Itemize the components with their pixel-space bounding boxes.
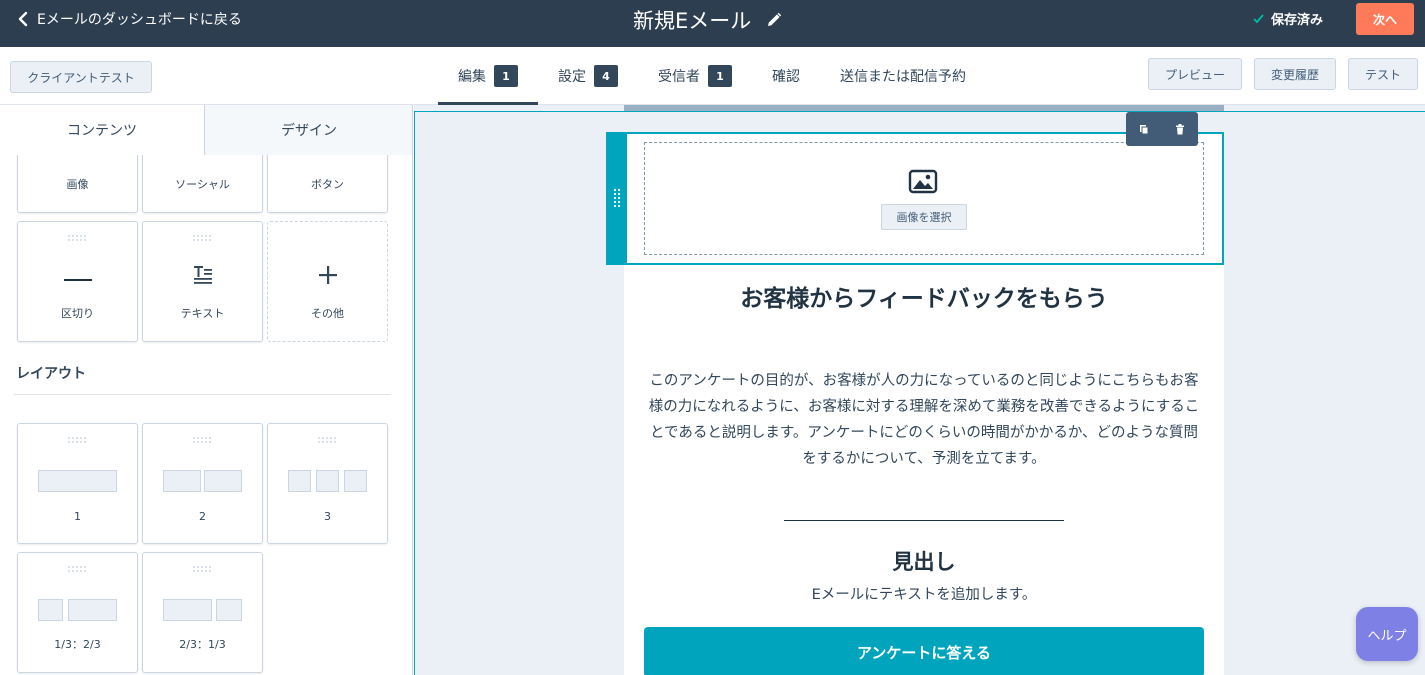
tab-send-schedule[interactable]: 送信または配信予約 bbox=[820, 47, 986, 105]
editor-tabs: 編集 1 設定 4 受信者 1 確認 送信または配信予約 bbox=[438, 47, 986, 105]
duplicate-button[interactable] bbox=[1126, 112, 1162, 146]
pencil-icon[interactable] bbox=[765, 11, 783, 29]
module-more[interactable]: その他 bbox=[267, 221, 388, 342]
column-preview bbox=[163, 599, 212, 621]
drag-grip-icon bbox=[613, 188, 621, 208]
preheader-strip bbox=[624, 105, 1224, 111]
column-preview bbox=[163, 470, 201, 492]
grip-icon bbox=[192, 437, 211, 443]
module-label: 区切り bbox=[61, 307, 94, 320]
image-placeholder[interactable]: 画像を選択 bbox=[644, 142, 1204, 255]
tab-badge: 4 bbox=[594, 65, 618, 87]
back-link-label: Eメールのダッシュボードに戻る bbox=[37, 12, 242, 28]
divider-icon bbox=[63, 279, 92, 281]
column-preview bbox=[216, 599, 242, 621]
column-preview bbox=[68, 599, 117, 621]
title-area: 新規Eメール bbox=[633, 5, 783, 35]
delete-button[interactable] bbox=[1162, 112, 1198, 146]
tab-contents[interactable]: コンテンツ bbox=[0, 105, 204, 155]
module-label: 1/3：2/3 bbox=[54, 638, 101, 651]
saved-label: 保存済み bbox=[1271, 13, 1324, 28]
module-label: 1 bbox=[74, 510, 81, 523]
email-subtext[interactable]: Eメールにテキストを追加します。 bbox=[624, 583, 1224, 604]
module-divider[interactable]: 区切り bbox=[17, 221, 138, 342]
email-title[interactable]: 新規Eメール bbox=[633, 5, 751, 35]
layout-1-column[interactable]: 1 bbox=[17, 423, 138, 544]
module-label: ボタン bbox=[311, 178, 344, 191]
grip-icon bbox=[192, 235, 211, 241]
trash-icon bbox=[1176, 123, 1184, 134]
section-divider bbox=[14, 394, 391, 395]
text-icon bbox=[193, 266, 212, 284]
image-icon bbox=[908, 169, 938, 194]
tab-recipients[interactable]: 受信者 1 bbox=[638, 47, 752, 105]
column-preview bbox=[288, 470, 311, 492]
grip-icon bbox=[317, 437, 336, 443]
tab-settings[interactable]: 設定 4 bbox=[538, 47, 638, 105]
tab-label: 編集 bbox=[458, 69, 486, 85]
layout-3-columns[interactable]: 3 bbox=[267, 423, 388, 544]
left-panel: 画像 ソーシャル ボタン コンテンツ デザイン 区切り テキスト その他 レイア… bbox=[0, 105, 413, 675]
chevron-left-icon bbox=[18, 11, 28, 27]
plus-icon bbox=[318, 266, 337, 284]
help-button[interactable]: ヘルプ bbox=[1356, 607, 1418, 661]
grip-icon bbox=[67, 566, 86, 572]
preview-button[interactable]: プレビュー bbox=[1148, 58, 1242, 90]
module-label: 3 bbox=[324, 510, 331, 523]
tab-label: 送信または配信予約 bbox=[840, 69, 966, 85]
tab-review[interactable]: 確認 bbox=[752, 47, 820, 105]
email-paragraph[interactable]: このアンケートの目的が、お客様が人の力になっているのと同じようにこちらもお客様の… bbox=[644, 368, 1204, 472]
email-subheading[interactable]: 見出し bbox=[624, 546, 1224, 576]
module-label: テキスト bbox=[180, 307, 225, 320]
tab-label: 確認 bbox=[772, 69, 800, 85]
revision-history-button[interactable]: 変更履歴 bbox=[1254, 58, 1336, 90]
copy-icon bbox=[1140, 124, 1149, 134]
client-test-button[interactable]: クライアントテスト bbox=[10, 61, 152, 93]
module-label: ソーシャル bbox=[175, 178, 230, 191]
tab-label: 設定 bbox=[558, 69, 586, 85]
module-label: その他 bbox=[311, 307, 344, 320]
survey-cta-button[interactable]: アンケートに答える bbox=[644, 627, 1204, 675]
grip-icon bbox=[192, 566, 211, 572]
check-icon bbox=[1253, 14, 1264, 24]
drag-handle[interactable] bbox=[608, 134, 627, 263]
tab-label: 受信者 bbox=[658, 69, 700, 85]
column-preview bbox=[344, 470, 367, 492]
layout-heading: レイアウト bbox=[16, 366, 86, 382]
layout-1-3-2-3[interactable]: 1/3：2/3 bbox=[17, 552, 138, 673]
email-divider[interactable] bbox=[784, 520, 1064, 521]
email-canvas: 画像を選択 お客様からフィードバックをもらう このアンケートの目的が、お客様が人… bbox=[414, 105, 1425, 675]
next-button[interactable]: 次へ bbox=[1356, 3, 1414, 35]
image-module[interactable]: 画像を選択 bbox=[606, 132, 1224, 265]
saved-status: 保存済み bbox=[1252, 9, 1323, 28]
module-label: 2 bbox=[199, 510, 206, 523]
test-button[interactable]: テスト bbox=[1348, 58, 1418, 90]
back-to-dashboard-link[interactable]: Eメールのダッシュボードに戻る bbox=[17, 9, 242, 29]
top-header: Eメールのダッシュボードに戻る 新規Eメール 保存済み 次へ bbox=[0, 0, 1425, 47]
column-preview bbox=[316, 470, 339, 492]
column-preview bbox=[38, 599, 63, 621]
editor-toolbar: クライアントテスト 編集 1 設定 4 受信者 1 確認 送信または配信予約 プ… bbox=[0, 47, 1425, 105]
module-text[interactable]: テキスト bbox=[142, 221, 263, 342]
choose-image-button[interactable]: 画像を選択 bbox=[881, 204, 967, 230]
module-label: 画像 bbox=[66, 178, 89, 191]
tab-badge: 1 bbox=[708, 65, 732, 87]
column-preview bbox=[38, 470, 117, 492]
column-preview bbox=[204, 470, 242, 492]
tab-edit[interactable]: 編集 1 bbox=[438, 47, 538, 105]
tab-design[interactable]: デザイン bbox=[204, 105, 412, 155]
layout-2-3-1-3[interactable]: 2/3：1/3 bbox=[142, 552, 263, 673]
module-label: 2/3：1/3 bbox=[179, 638, 226, 651]
module-actions bbox=[1126, 112, 1198, 146]
email-heading[interactable]: お客様からフィードバックをもらう bbox=[624, 279, 1224, 313]
grip-icon bbox=[67, 437, 86, 443]
grip-icon bbox=[67, 235, 86, 241]
tab-badge: 1 bbox=[494, 65, 518, 87]
panel-tabs: コンテンツ デザイン bbox=[0, 105, 412, 155]
layout-2-columns[interactable]: 2 bbox=[142, 423, 263, 544]
